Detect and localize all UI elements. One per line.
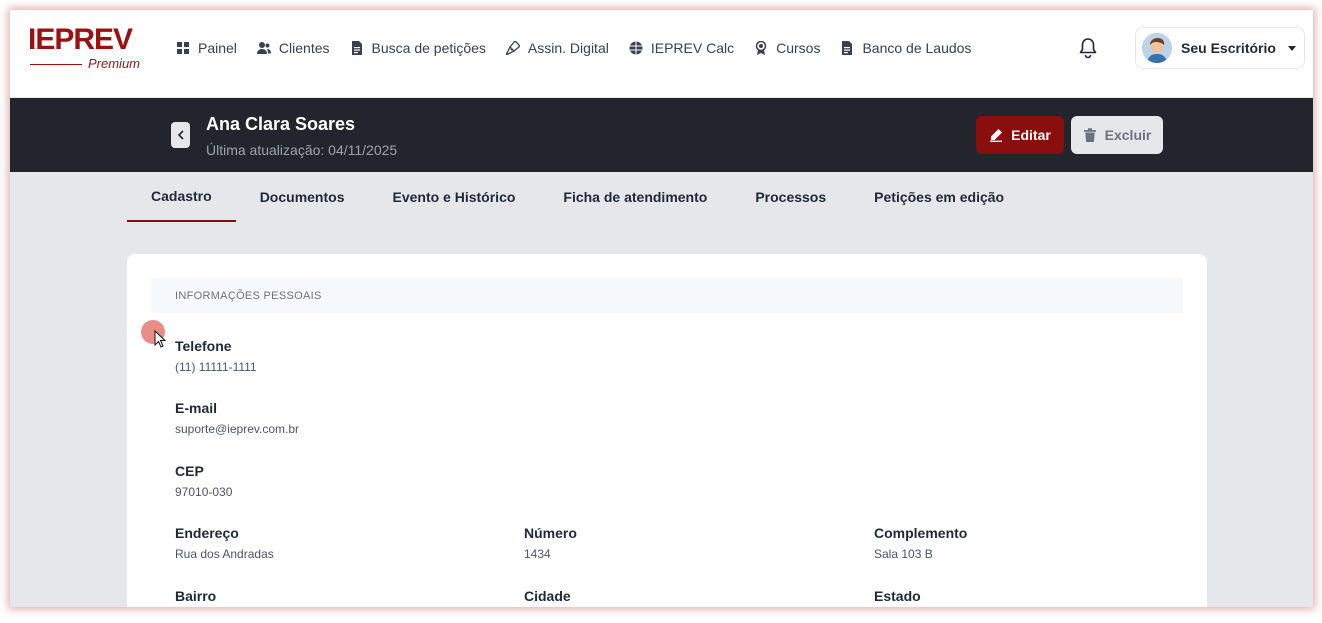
field-numero: Número 1434 [524, 525, 577, 561]
field-value: 97010-030 [175, 485, 233, 499]
mouse-cursor-icon [154, 330, 166, 348]
personal-info-card: INFORMAÇÕES PESSOAIS Telefone (11) 11111… [127, 254, 1207, 607]
grid-icon [177, 42, 189, 54]
field-telefone: Telefone (11) 11111-1111 [175, 338, 257, 374]
tab-cadastro[interactable]: Cadastro [127, 172, 236, 222]
field-label: E-mail [175, 400, 218, 416]
field-label: Número [524, 525, 577, 541]
tab-bar: Cadastro Documentos Evento e Histórico F… [127, 172, 1028, 222]
pen-nib-icon [505, 41, 520, 55]
nav-item-busca-peticoes[interactable]: Busca de petições [350, 40, 486, 56]
chevron-down-icon [1287, 45, 1296, 51]
tab-processos[interactable]: Processos [731, 172, 850, 222]
logo-tier: Premium [88, 56, 141, 71]
users-icon [256, 42, 271, 54]
document-icon [351, 41, 362, 55]
tab-evento-historico[interactable]: Evento e Histórico [368, 172, 539, 222]
award-icon [755, 41, 767, 55]
field-value: Sala 103 B [874, 547, 933, 561]
field-cep: CEP 97010-030 [175, 463, 232, 499]
field-email: E-mail suporte@ieprev.com.br [175, 400, 299, 436]
main-nav: Painel Clientes Busca de petições Assin.… [176, 38, 991, 58]
nav-item-cursos[interactable]: Cursos [754, 40, 820, 56]
globe-icon [629, 41, 643, 55]
field-label: Bairro [175, 588, 217, 604]
user-menu-button[interactable]: Seu Escritório [1135, 27, 1305, 69]
nav-item-label: Banco de Laudos [862, 40, 972, 56]
field-label: Complemento [874, 525, 968, 541]
field-value: (11) 11111-1111 [175, 360, 257, 374]
logo-rule [30, 64, 82, 65]
field-value: suporte@ieprev.com.br [175, 422, 300, 436]
nav-item-ieprev-calc[interactable]: IEPREV Calc [629, 40, 734, 56]
nav-item-label: Busca de petições [371, 40, 486, 56]
trash-icon [1083, 128, 1096, 142]
nav-item-label: IEPREV Calc [650, 40, 735, 56]
nav-item-label: Assin. Digital [527, 40, 609, 56]
nav-item-assin-digital[interactable]: Assin. Digital [505, 40, 609, 56]
nav-item-label: Clientes [278, 40, 330, 56]
ieprev-logo[interactable]: IEPREV Premium [28, 24, 146, 72]
delete-button-label: Excluir [1104, 127, 1152, 143]
field-cidade: Cidade [524, 588, 571, 604]
section-title: INFORMAÇÕES PESSOAIS [151, 278, 1183, 313]
back-button[interactable] [171, 122, 190, 148]
logo-wordmark: IEPREV [28, 23, 133, 56]
nav-item-painel[interactable]: Painel [176, 40, 237, 56]
field-estado: Estado [874, 588, 921, 604]
field-endereco: Endereço Rua dos Andradas [175, 525, 274, 561]
nav-item-clientes[interactable]: Clientes [256, 40, 330, 56]
field-label: CEP [175, 463, 204, 479]
bell-icon[interactable] [1078, 37, 1098, 59]
field-label: Cidade [524, 588, 571, 604]
nav-item-label: Cursos [776, 40, 821, 56]
nav-item-label: Painel [198, 40, 237, 56]
last-updated: Última atualização: 04/11/2025 [206, 142, 398, 158]
field-label: Estado [874, 588, 921, 604]
chevron-left-icon [177, 130, 184, 140]
client-header: Ana Clara Soares Última atualização: 04/… [10, 98, 1313, 172]
user-name: Seu Escritório [1181, 40, 1276, 56]
tab-ficha-atendimento[interactable]: Ficha de atendimento [539, 172, 731, 222]
field-bairro: Bairro [175, 588, 216, 604]
tab-documentos[interactable]: Documentos [236, 172, 369, 222]
nav-item-banco-laudos[interactable]: Banco de Laudos [840, 40, 971, 56]
field-value: 1434 [524, 547, 551, 561]
field-label: Telefone [175, 338, 232, 354]
edit-button[interactable]: Editar [976, 116, 1064, 154]
top-navbar: IEPREV Premium Painel Clientes Busca de … [10, 10, 1313, 98]
document-icon [842, 41, 853, 55]
field-complemento: Complemento Sala 103 B [874, 525, 967, 561]
pencil-icon [990, 129, 1003, 142]
field-label: Endereço [175, 525, 239, 541]
tab-peticoes-edicao[interactable]: Petições em edição [850, 172, 1028, 222]
delete-button[interactable]: Excluir [1071, 116, 1163, 154]
avatar [1142, 33, 1172, 63]
edit-button-label: Editar [1011, 127, 1051, 143]
app-window: IEPREV Premium Painel Clientes Busca de … [10, 10, 1313, 607]
field-value: Rua dos Andradas [175, 547, 274, 561]
page-title: Ana Clara Soares [206, 114, 356, 134]
